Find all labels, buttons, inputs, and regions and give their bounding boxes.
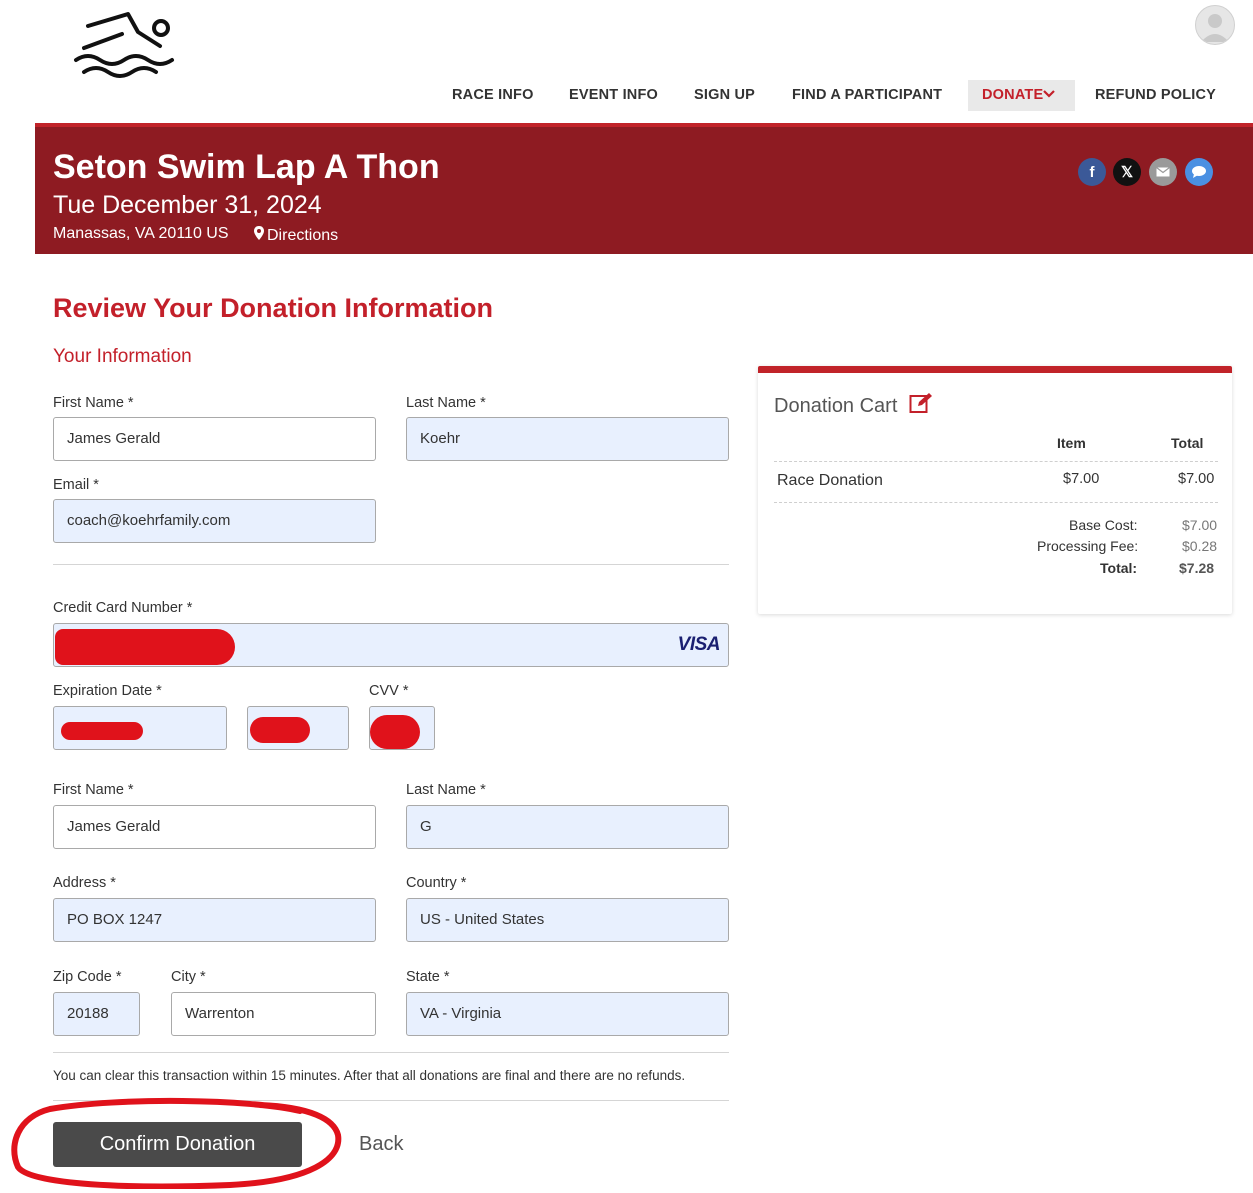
facebook-icon[interactable]: f	[1078, 158, 1106, 186]
cart-col-item: Item	[1057, 435, 1086, 451]
total-value: $7.28	[1179, 560, 1215, 576]
city-label: City *	[171, 969, 206, 985]
base-cost-label: Base Cost:	[1069, 517, 1138, 533]
nav-event-info[interactable]: EVENT INFO	[569, 80, 658, 111]
cart-col-total: Total	[1171, 435, 1204, 451]
address-label: Address *	[53, 875, 116, 891]
processing-fee-value: $0.28	[1182, 538, 1218, 554]
zip-code-label: Zip Code *	[53, 969, 122, 985]
directions-label: Directions	[267, 226, 339, 244]
nav-find-participant[interactable]: FIND A PARTICIPANT	[792, 80, 942, 111]
page-title: Review Your Donation Information	[53, 293, 494, 323]
red-circle-annotation	[11, 1097, 342, 1189]
swimmer-logo-icon[interactable]	[70, 8, 180, 80]
billing-first-name-label: First Name *	[53, 782, 134, 798]
edit-icon[interactable]	[909, 392, 933, 420]
event-location: Manassas, VA 20110 US	[53, 225, 229, 242]
chat-icon[interactable]	[1185, 158, 1213, 186]
refund-notice: You can clear this transaction within 15…	[53, 1068, 686, 1083]
last-name-label: Last Name *	[406, 395, 486, 411]
donation-cart-title: Donation Cart	[774, 392, 933, 420]
redaction-mark	[370, 715, 420, 749]
address-field[interactable]: PO BOX 1247	[53, 898, 376, 942]
cvv-label: CVV *	[369, 683, 409, 699]
cart-row-name: Race Donation	[777, 472, 883, 489]
processing-fee-label: Processing Fee:	[1037, 538, 1139, 554]
divider	[774, 502, 1218, 503]
nav-donate[interactable]: DONATE	[968, 80, 1075, 111]
divider	[774, 461, 1218, 462]
visa-logo: VISA	[677, 634, 721, 655]
divider	[53, 564, 729, 565]
email-icon[interactable]	[1149, 158, 1177, 186]
city-field[interactable]: Warrenton	[171, 992, 376, 1036]
chevron-down-icon	[1043, 87, 1056, 103]
section-title: Your Information	[53, 346, 192, 367]
email-label: Email *	[53, 477, 99, 493]
total-label: Total:	[1100, 560, 1138, 576]
email-field[interactable]: coach@koehrfamily.com	[53, 499, 376, 543]
divider	[53, 1052, 729, 1053]
cart-row-item: $7.00	[1063, 471, 1100, 487]
state-select[interactable]: VA - Virginia	[406, 992, 729, 1036]
billing-last-name-field[interactable]: G	[406, 805, 729, 849]
base-cost-value: $7.00	[1182, 517, 1218, 533]
nav-donate-label: DONATE	[982, 87, 1044, 103]
user-avatar-icon[interactable]	[1195, 5, 1235, 45]
billing-last-name-label: Last Name *	[406, 782, 486, 798]
event-title: Seton Swim Lap A Thon	[53, 148, 440, 186]
back-link[interactable]: Back	[359, 1133, 403, 1156]
map-pin-icon	[253, 225, 265, 246]
x-icon[interactable]: 𝕏	[1113, 158, 1141, 186]
redaction-mark	[250, 717, 310, 743]
state-label: State *	[406, 969, 450, 985]
nav-sign-up[interactable]: SIGN UP	[694, 80, 755, 111]
expiration-label: Expiration Date *	[53, 683, 162, 699]
first-name-field[interactable]: James Gerald	[53, 417, 376, 461]
country-select[interactable]: US - United States	[406, 898, 729, 942]
redaction-mark	[61, 722, 143, 740]
nav-race-info[interactable]: RACE INFO	[452, 80, 534, 111]
credit-card-label: Credit Card Number *	[53, 600, 193, 616]
donation-cart-label: Donation Cart	[774, 394, 898, 417]
last-name-field[interactable]: Koehr	[406, 417, 729, 461]
cart-row-total: $7.00	[1178, 471, 1215, 487]
first-name-label: First Name *	[53, 395, 134, 411]
zip-code-field[interactable]: 20188	[53, 992, 140, 1036]
directions-link[interactable]: Directions	[253, 225, 338, 246]
country-label: Country *	[406, 875, 467, 891]
redaction-mark	[55, 629, 235, 665]
nav-refund-policy[interactable]: REFUND POLICY	[1095, 80, 1216, 111]
billing-first-name-field[interactable]: James Gerald	[53, 805, 376, 849]
event-date: Tue December 31, 2024	[53, 191, 322, 219]
